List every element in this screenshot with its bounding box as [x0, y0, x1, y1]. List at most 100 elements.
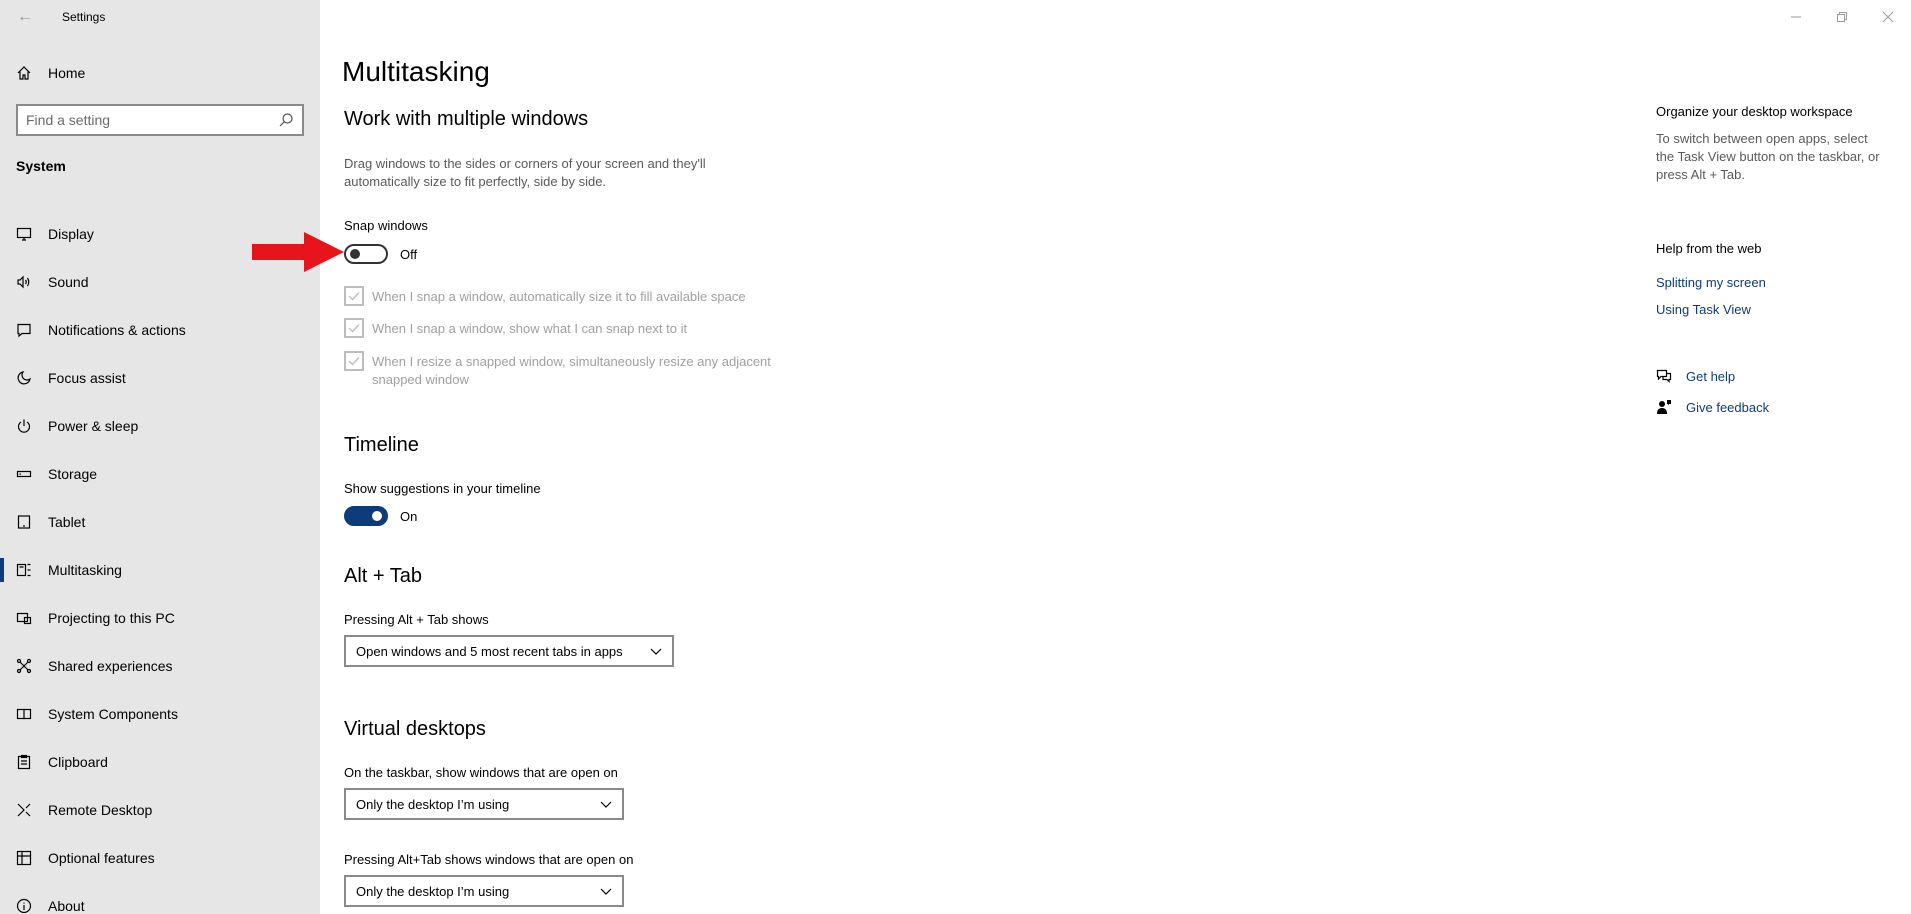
- title-bar: ← Settings: [0, 0, 320, 34]
- sidebar-item-label: Display: [48, 226, 94, 242]
- search-box[interactable]: [16, 104, 304, 136]
- restore-button[interactable]: [1819, 0, 1865, 34]
- get-help-row[interactable]: Get help: [1656, 368, 1735, 384]
- sidebar-item-system-components[interactable]: System Components: [0, 690, 320, 738]
- sidebar-item-label: Clipboard: [48, 754, 108, 770]
- search-input[interactable]: [26, 112, 278, 128]
- snap-windows-toggle[interactable]: [344, 244, 388, 264]
- timeline-suggestions-label: Show suggestions in your timeline: [344, 481, 541, 496]
- search-icon[interactable]: [278, 112, 294, 128]
- sidebar: ← Settings Home System Display Sound Not…: [0, 0, 320, 914]
- sidebar-item-power-sleep[interactable]: Power & sleep: [0, 402, 320, 450]
- alttab-windows-selected: Only the desktop I’m using: [356, 883, 510, 899]
- organize-text: To switch between open apps, select the …: [1656, 131, 1880, 182]
- monitor-icon: [0, 226, 48, 242]
- sidebar-item-about[interactable]: About: [0, 882, 320, 914]
- snap-windows-state: Off: [400, 246, 418, 262]
- sidebar-item-multitasking[interactable]: Multitasking: [0, 546, 320, 594]
- sidebar-nav: Display Sound Notifications & actions Fo…: [0, 210, 320, 914]
- toggle-knob: [350, 249, 360, 259]
- back-arrow-icon: ←: [17, 8, 33, 25]
- alttab-windows-dropdown[interactable]: Only the desktop I’m using: [344, 875, 624, 907]
- section-heading-virtual-desktops: Virtual desktops: [344, 718, 486, 740]
- link-using-task-view[interactable]: Using Task View: [1656, 302, 1751, 317]
- snap-option-resize-adjacent[interactable]: When I resize a snapped window, simultan…: [344, 351, 772, 389]
- minimize-button[interactable]: [1773, 0, 1819, 34]
- get-help-link[interactable]: Get help: [1686, 369, 1735, 384]
- checkbox[interactable]: [344, 318, 364, 338]
- speaker-icon: [0, 274, 48, 290]
- close-button[interactable]: [1865, 0, 1911, 34]
- snap-option-label: When I resize a snapped window, simultan…: [372, 354, 771, 387]
- sidebar-item-label: Storage: [48, 466, 98, 482]
- sidebar-item-notifications[interactable]: Notifications & actions: [0, 306, 320, 354]
- sidebar-item-projecting[interactable]: Projecting to this PC: [0, 594, 320, 642]
- chevron-down-icon: [600, 801, 612, 808]
- timeline-toggle-row: On: [344, 506, 417, 526]
- taskbar-windows-dropdown[interactable]: Only the desktop I’m using: [344, 788, 624, 820]
- sidebar-item-label: Sound: [48, 274, 89, 290]
- section-heading-multiple-windows: Work with multiple windows: [344, 108, 589, 130]
- alt-tab-selected: Open windows and 5 most recent tabs in a…: [356, 643, 623, 659]
- info-icon: [0, 898, 48, 914]
- sidebar-item-clipboard[interactable]: Clipboard: [0, 738, 320, 786]
- sidebar-item-tablet[interactable]: Tablet: [0, 498, 320, 546]
- shared-icon: [0, 658, 48, 674]
- close-icon: [1882, 11, 1894, 23]
- power-icon: [0, 418, 48, 434]
- home-label: Home: [48, 65, 86, 81]
- restore-icon: [1837, 12, 1847, 22]
- timeline-state: On: [400, 508, 418, 524]
- sidebar-item-label: Power & sleep: [48, 418, 139, 434]
- sidebar-item-shared-experiences[interactable]: Shared experiences: [0, 642, 320, 690]
- sidebar-item-label: About: [48, 898, 85, 914]
- sidebar-item-label: Notifications & actions: [48, 322, 186, 338]
- snap-option-show-next[interactable]: When I snap a window, show what I can sn…: [344, 318, 772, 338]
- moon-icon: [0, 370, 48, 386]
- section-heading-timeline: Timeline: [344, 434, 419, 456]
- snap-option-fill-space[interactable]: When I snap a window, automatically size…: [344, 286, 772, 306]
- sidebar-item-label: Remote Desktop: [48, 802, 153, 818]
- chevron-down-icon: [650, 648, 662, 655]
- sidebar-item-optional-features[interactable]: Optional features: [0, 834, 320, 882]
- back-button[interactable]: ←: [10, 4, 40, 30]
- checkbox[interactable]: [344, 351, 364, 371]
- remote-icon: [0, 802, 48, 818]
- section-heading-alt-tab: Alt + Tab: [344, 565, 423, 587]
- sidebar-item-focus-assist[interactable]: Focus assist: [0, 354, 320, 402]
- timeline-suggestions-toggle[interactable]: [344, 506, 388, 526]
- checkbox[interactable]: [344, 286, 364, 306]
- snap-option-label: When I snap a window, automatically size…: [372, 289, 746, 304]
- alt-tab-dropdown[interactable]: Open windows and 5 most recent tabs in a…: [344, 635, 674, 667]
- snap-option-label: When I snap a window, show what I can sn…: [372, 321, 688, 336]
- storage-icon: [0, 466, 48, 482]
- minimize-icon: [1791, 16, 1801, 18]
- clipboard-icon: [0, 754, 48, 770]
- components-icon: [0, 706, 48, 722]
- alttab-windows-label: Pressing Alt+Tab shows windows that are …: [344, 852, 634, 867]
- sidebar-item-home[interactable]: Home: [0, 58, 320, 88]
- sidebar-item-storage[interactable]: Storage: [0, 450, 320, 498]
- taskbar-windows-selected: Only the desktop I’m using: [356, 796, 510, 812]
- multiple-windows-description: Drag windows to the sides or corners of …: [344, 156, 706, 189]
- optional-features-icon: [0, 850, 48, 866]
- multitasking-icon: [0, 562, 48, 578]
- checkmark-icon: [348, 292, 360, 301]
- sidebar-item-remote-desktop[interactable]: Remote Desktop: [0, 786, 320, 834]
- chat-help-icon: [1656, 369, 1672, 383]
- page-title: Multitasking: [342, 56, 490, 87]
- sidebar-item-label: Shared experiences: [48, 658, 173, 674]
- feedback-person-icon: [1657, 400, 1671, 414]
- taskbar-windows-label: On the taskbar, show windows that are op…: [344, 765, 618, 780]
- give-feedback-row[interactable]: Give feedback: [1656, 399, 1769, 415]
- chevron-down-icon: [600, 888, 612, 895]
- sidebar-item-label: Projecting to this PC: [48, 610, 175, 626]
- give-feedback-link[interactable]: Give feedback: [1686, 400, 1769, 415]
- tablet-icon: [0, 514, 48, 530]
- app-title: Settings: [62, 10, 106, 24]
- sidebar-item-label: Focus assist: [48, 370, 126, 386]
- home-icon: [0, 65, 48, 81]
- sidebar-item-label: System Components: [48, 706, 178, 722]
- snap-windows-toggle-row: Off: [344, 244, 417, 264]
- link-splitting-screen[interactable]: Splitting my screen: [1656, 275, 1766, 290]
